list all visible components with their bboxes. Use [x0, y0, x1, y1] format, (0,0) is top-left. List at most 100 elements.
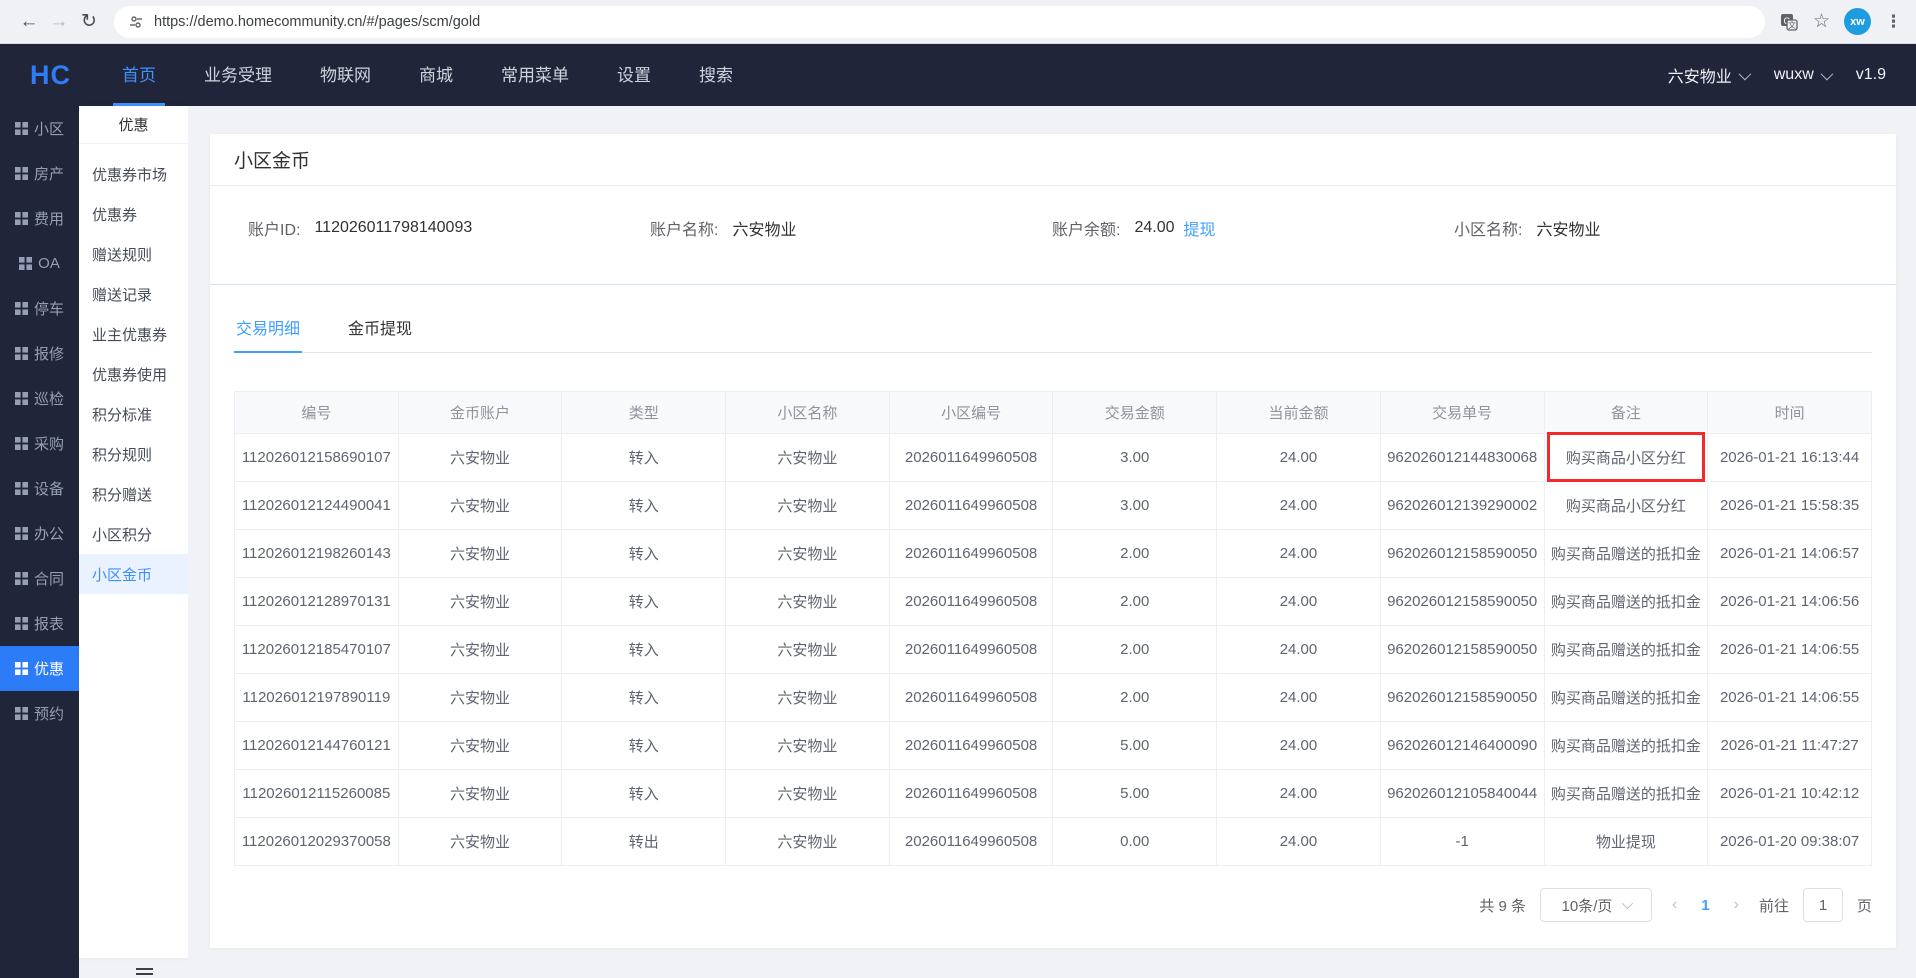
- submenu-item[interactable]: 小区积分: [79, 514, 188, 554]
- cell-account: 六安物业: [398, 434, 562, 482]
- submenu-item[interactable]: 积分标准: [79, 394, 188, 434]
- sidebar-item-label: 小区: [34, 118, 64, 139]
- browser-profile-avatar[interactable]: xw: [1844, 8, 1871, 35]
- submenu-item[interactable]: 积分规则: [79, 434, 188, 474]
- sidebar-item[interactable]: 采购: [0, 421, 79, 466]
- cell-balance: 24.00: [1217, 770, 1381, 818]
- cell-time: 2026-01-21 14:06:56: [1708, 578, 1872, 626]
- svg-text:文: 文: [1788, 20, 1796, 30]
- sidebar-item[interactable]: 报修: [0, 331, 79, 376]
- cell-id: 112026012124490041: [235, 482, 399, 530]
- table-row[interactable]: 112026012115260085 六安物业 转入 六安物业 20260116…: [235, 770, 1872, 818]
- table-row[interactable]: 112026012197890119 六安物业 转入 六安物业 20260116…: [235, 674, 1872, 722]
- cell-community: 六安物业: [726, 626, 890, 674]
- translate-icon[interactable]: G 文: [1779, 12, 1799, 32]
- submenu-title: 优惠: [79, 106, 188, 144]
- sidebar-item[interactable]: 停车: [0, 286, 79, 331]
- submenu-item[interactable]: 业主优惠券: [79, 314, 188, 354]
- sidebar-item-label: 费用: [34, 208, 64, 229]
- table-row[interactable]: 112026012198260143 六安物业 转入 六安物业 20260116…: [235, 530, 1872, 578]
- submenu-item[interactable]: 小区金币: [79, 554, 188, 594]
- cell-type: 转入: [562, 482, 726, 530]
- browser-refresh-icon[interactable]: ↻: [74, 7, 104, 37]
- table-row[interactable]: 112026012029370058 六安物业 转出 六安物业 20260116…: [235, 818, 1872, 866]
- bookmark-star-icon[interactable]: ☆: [1813, 10, 1830, 33]
- cell-remark: 物业提现: [1544, 818, 1708, 866]
- table-header-cell: 金币账户: [398, 392, 562, 434]
- tab[interactable]: 交易明细: [234, 315, 302, 353]
- site-settings-icon[interactable]: [128, 14, 144, 30]
- community-name-value: 六安物业: [1536, 216, 1600, 240]
- goto-page-input[interactable]: [1803, 888, 1843, 922]
- browser-menu-icon[interactable]: ⋮: [1885, 12, 1902, 32]
- submenu-item[interactable]: 赠送记录: [79, 274, 188, 314]
- user-menu[interactable]: wuxw: [1774, 66, 1830, 84]
- top-nav-item[interactable]: 常用菜单: [492, 44, 578, 106]
- browser-forward-icon[interactable]: →: [44, 7, 74, 37]
- submenu-item[interactable]: 积分赠送: [79, 474, 188, 514]
- withdraw-link[interactable]: 提现: [1184, 216, 1216, 240]
- sidebar-item[interactable]: 报表: [0, 601, 79, 646]
- prev-page-icon[interactable]: ‹: [1666, 896, 1683, 914]
- table-row[interactable]: 112026012185470107 六安物业 转入 六安物业 20260116…: [235, 626, 1872, 674]
- cell-id: 112026012128970131: [235, 578, 399, 626]
- sidebar-item[interactable]: 巡检: [0, 376, 79, 421]
- secondary-sidebar: 优惠 优惠券市场 优惠券 赠送规则 赠送记录 业主优惠券 优惠券使用 积分标准 …: [79, 106, 188, 958]
- top-nav-item[interactable]: 搜索: [690, 44, 742, 106]
- next-page-icon[interactable]: ›: [1728, 896, 1745, 914]
- grid-icon: [15, 572, 28, 585]
- sidebar-item[interactable]: OA: [0, 241, 79, 286]
- top-nav-item[interactable]: 业务受理: [195, 44, 281, 106]
- page-size-select[interactable]: 10条/页: [1540, 888, 1652, 922]
- top-nav-item[interactable]: 商城: [410, 44, 462, 106]
- submenu-item[interactable]: 优惠券使用: [79, 354, 188, 394]
- address-bar[interactable]: https://demo.homecommunity.cn/#/pages/sc…: [114, 6, 1765, 38]
- table-row[interactable]: 112026012124490041 六安物业 转入 六安物业 20260116…: [235, 482, 1872, 530]
- chevron-down-icon: [1622, 898, 1633, 909]
- table-row[interactable]: 112026012144760121 六安物业 转入 六安物业 20260116…: [235, 722, 1872, 770]
- url-text: https://demo.homecommunity.cn/#/pages/sc…: [154, 14, 480, 30]
- content-card: 小区金币 账户ID: 112026011798140093 账户名称: 六安物业…: [210, 134, 1896, 948]
- cell-amount: 5.00: [1053, 722, 1217, 770]
- community-selector[interactable]: 六安物业: [1668, 63, 1748, 87]
- sidebar-item[interactable]: 办公: [0, 511, 79, 556]
- sidebar-item[interactable]: 预约: [0, 691, 79, 736]
- cell-id: 112026012029370058: [235, 818, 399, 866]
- cell-community: 六安物业: [726, 770, 890, 818]
- cell-time: 2026-01-21 14:06:55: [1708, 626, 1872, 674]
- sidebar-item[interactable]: 费用: [0, 196, 79, 241]
- table-header-cell: 类型: [562, 392, 726, 434]
- chevron-down-icon: [1738, 67, 1751, 80]
- cell-amount: 2.00: [1053, 674, 1217, 722]
- account-name-label: 账户名称:: [650, 216, 718, 240]
- cell-account: 六安物业: [398, 626, 562, 674]
- sidebar-item[interactable]: 优惠: [0, 646, 79, 691]
- sidebar-item-label: 办公: [34, 523, 64, 544]
- submenu-item[interactable]: 优惠券市场: [79, 154, 188, 194]
- submenu-item[interactable]: 优惠券: [79, 194, 188, 234]
- sidebar-item[interactable]: 合同: [0, 556, 79, 601]
- app-logo[interactable]: HC: [30, 60, 71, 91]
- cell-time: 2026-01-20 09:38:07: [1708, 818, 1872, 866]
- cell-account: 六安物业: [398, 818, 562, 866]
- sidebar-item[interactable]: 房产: [0, 151, 79, 196]
- cell-amount: 3.00: [1053, 482, 1217, 530]
- current-page[interactable]: 1: [1697, 897, 1713, 914]
- account-balance-value: 24.00: [1134, 219, 1174, 237]
- tab[interactable]: 金币提现: [346, 315, 414, 353]
- top-nav-item[interactable]: 首页: [113, 44, 165, 106]
- table-row[interactable]: 112026012128970131 六安物业 转入 六安物业 20260116…: [235, 578, 1872, 626]
- account-name-value: 六安物业: [732, 216, 796, 240]
- submenu-item[interactable]: 赠送规则: [79, 234, 188, 274]
- sidebar-item[interactable]: 小区: [0, 106, 79, 151]
- sidebar-item[interactable]: 设备: [0, 466, 79, 511]
- table-header-cell: 时间: [1708, 392, 1872, 434]
- browser-back-icon[interactable]: ←: [14, 7, 44, 37]
- table-row[interactable]: 112026012158690107 六安物业 转入 六安物业 20260116…: [235, 434, 1872, 482]
- cell-account: 六安物业: [398, 530, 562, 578]
- collapse-sidebar-icon[interactable]: [136, 968, 153, 978]
- top-nav-item[interactable]: 设置: [608, 44, 660, 106]
- top-nav-item[interactable]: 物联网: [311, 44, 380, 106]
- submenu-list: 优惠券市场 优惠券 赠送规则 赠送记录 业主优惠券 优惠券使用 积分标准 积分规…: [79, 144, 188, 594]
- grid-icon: [15, 482, 28, 495]
